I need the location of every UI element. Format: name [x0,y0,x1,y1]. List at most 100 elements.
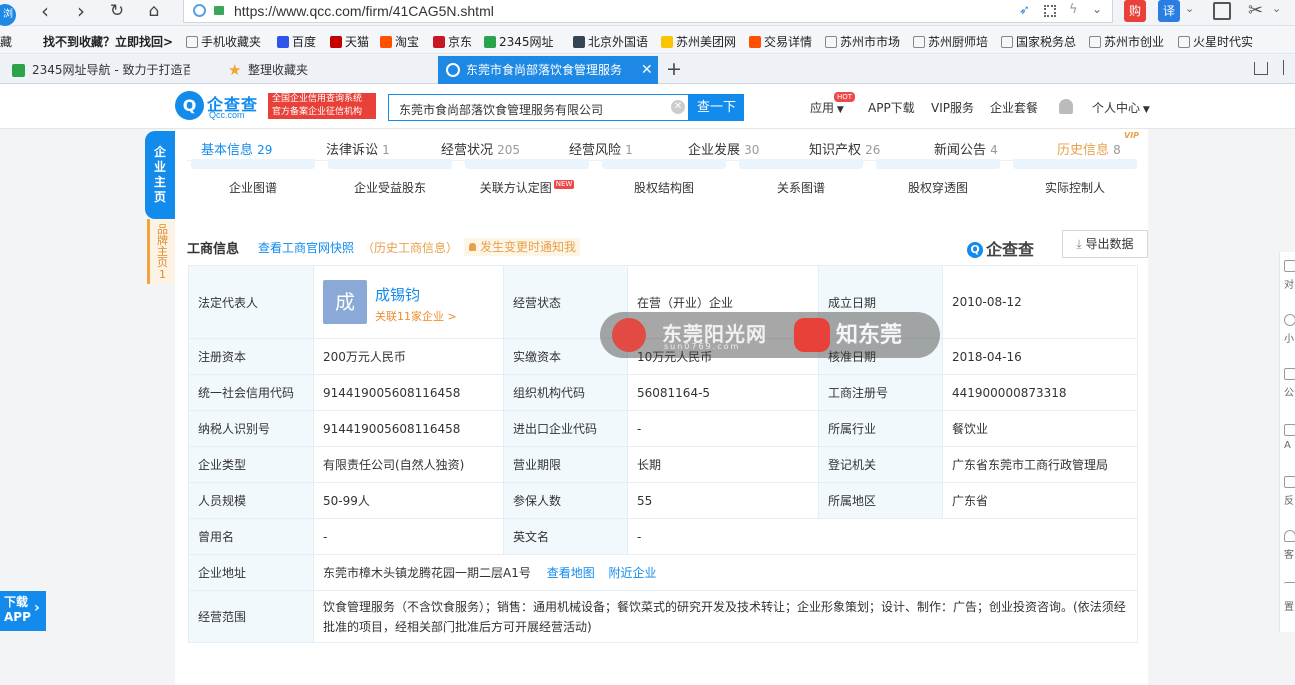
tab-history[interactable]: 历史信息 8 [1057,139,1121,158]
credit-code-label: 统一社会信用代码 [188,374,314,411]
clear-search-icon[interactable]: ✕ [671,100,685,114]
shopping-icon[interactable]: 购 [1124,0,1146,22]
graph-equity-penetration[interactable]: 股权穿透图 [872,159,1004,197]
bookmark-item[interactable]: 天猫 [330,33,369,50]
graph-enterprise[interactable]: 企业图谱 [187,159,319,197]
view-map-link[interactable]: 查看地图 [547,566,595,580]
top-icon[interactable] [1284,582,1295,594]
url-text: https://www.qcc.com/firm/41CAG5N.shtml [234,3,494,19]
dropdown-icon[interactable]: ⌄ [1092,2,1102,16]
snapshot-link[interactable]: 查看工商官网快照 [258,239,354,256]
customer-service-icon[interactable] [1284,530,1295,542]
nearby-companies-link[interactable]: 附近企业 [609,566,657,580]
feedback-icon[interactable] [1284,476,1295,488]
bookmark-item[interactable]: 苏州市市场 [825,33,900,50]
tab-tool-icon[interactable] [1254,62,1268,75]
tools-icon[interactable]: ✂ [1248,0,1263,21]
qcc-tab-icon [446,63,460,77]
export-data-button[interactable]: ⤓ 导出数据 [1062,230,1148,258]
company-home-tab[interactable]: 企业主页 [145,131,175,219]
reload-icon[interactable]: ↻ [106,0,128,22]
extensions-icon[interactable] [1213,2,1231,20]
graph-related-party[interactable]: 关联方认定图 NEW [461,159,593,197]
back-icon[interactable]: ‹ [34,0,56,22]
tab-ip[interactable]: 知识产权 26 [809,139,880,158]
bookmark-item[interactable]: 淘宝 [380,33,419,50]
translate-button[interactable]: 译 [1158,0,1180,22]
wechat-icon[interactable] [1284,368,1295,380]
tab-news[interactable]: 新闻公告 4 [934,139,998,158]
legal-rep-name[interactable]: 成锡钧 [375,284,420,305]
type-label: 企业类型 [188,446,314,483]
browser-tab-bookmarks[interactable]: ★ 整理收藏夹 [220,56,430,84]
home-icon[interactable]: ⌂ [143,0,165,22]
nav-packages[interactable]: 企业套餐 [990,99,1038,116]
bookmark-item[interactable]: 京东 [433,33,472,50]
right-bar-label: 小 [1284,334,1294,345]
bookmark-item[interactable]: 北京外国语 [573,33,648,50]
bell-icon[interactable] [1059,99,1073,114]
tab-development[interactable]: 企业发展 30 [688,139,759,158]
tab-legal[interactable]: 法律诉讼 1 [326,139,390,158]
graph-thumbnail [876,159,1000,169]
bookmark-item[interactable]: 火星时代实 [1178,33,1253,50]
rocket-icon[interactable]: ➶ [1019,3,1030,18]
nav-app-download[interactable]: APP下载 [868,99,915,116]
graph-actual-controller[interactable]: 实际控制人 [1009,159,1141,197]
tab-basic-info[interactable]: 基本信息 29 [201,139,272,158]
former-name-value: - [313,518,504,555]
industry-value: 餐饮业 [942,410,1138,447]
qcc-logo[interactable]: Q 企查查 Qcc.com [175,91,265,121]
qrcode-icon[interactable] [1044,5,1056,17]
right-bar-label: 客 [1284,550,1294,561]
tab-close-icon[interactable]: ✕ [637,56,657,84]
bookmark-item[interactable]: 苏州美团网 [661,33,736,50]
lightning-icon[interactable]: ϟ [1069,2,1078,17]
tab-operations[interactable]: 经营状况 205 [441,139,520,158]
nav-vip[interactable]: VIP服务 [931,99,974,116]
bookmark-item[interactable]: 藏 [0,33,12,50]
download-app-button[interactable]: 下载 APP › [0,591,46,631]
nav-user-center[interactable]: 个人中心 ▼ [1092,99,1150,116]
forward-icon[interactable]: › [70,0,92,22]
search-button[interactable]: 查一下 [689,94,744,121]
bookmark-item[interactable]: 国家税务总 [1001,33,1076,50]
graph-thumbnail [602,159,726,169]
notify-change-button[interactable]: 发生变更时通知我 [464,238,581,256]
graph-thumbnail [1013,159,1137,169]
right-bar-label: 置 [1284,602,1294,613]
graph-equity-structure[interactable]: 股权结构图 [598,159,730,197]
company-search-input[interactable]: 东莞市食尚部落饮食管理服务有限公司 ✕ [388,94,689,121]
tab-menu-icon[interactable] [1283,60,1295,75]
bookmark-item[interactable]: 交易详情 [749,33,812,50]
mini-program-icon[interactable] [1284,314,1295,326]
tab-risk[interactable]: 经营风险 1 [569,139,633,158]
history-link[interactable]: （历史工商信息） [362,239,458,256]
browser-tab-active[interactable]: 东莞市食尚部落饮食管理服务 ✕ [438,56,658,84]
download-icon: ⤓ [1076,237,1086,251]
jd-icon [433,36,445,48]
bookmark-item[interactable]: 苏州厨师培 [913,33,988,50]
hot-tag: HOT [834,92,856,102]
avatar: 成 [323,280,367,324]
bookmark-item[interactable]: 手机收藏夹 [186,33,261,50]
translate-dropdown-icon[interactable]: ⌄ [1185,2,1194,15]
related-companies-link[interactable]: 关联11家企业 > [375,308,457,324]
bookmark-item[interactable]: 百度 [277,33,316,50]
bookmark-item[interactable]: 苏州市创业 [1089,33,1164,50]
compare-icon[interactable] [1284,260,1295,272]
browser-tab-2345[interactable]: 2345网址导航 - 致力于打造百 [4,56,190,84]
new-tab-icon[interactable]: + [666,58,682,80]
graph-relationship[interactable]: 关系图谱 [735,159,867,197]
graph-beneficiary[interactable]: 企业受益股东 [324,159,456,197]
app-icon[interactable] [1284,424,1295,436]
bookmark-recover-link[interactable]: 找不到收藏？立即找回> [43,33,173,50]
staff-label: 人员规模 [188,482,314,519]
address-value: 东莞市樟木头镇龙腾花园一期二层A1号 [323,566,531,580]
reg-no-label: 工商注册号 [818,374,943,411]
right-bar-label: 反 [1284,496,1294,507]
tools-dropdown-icon[interactable]: ⌄ [1272,2,1281,15]
url-input[interactable]: https://www.qcc.com/firm/41CAG5N.shtml ➶… [183,0,1113,23]
bookmark-item[interactable]: 2345网址 [484,33,554,50]
brand-home-tab[interactable]: 品牌主页 1 [147,219,175,284]
